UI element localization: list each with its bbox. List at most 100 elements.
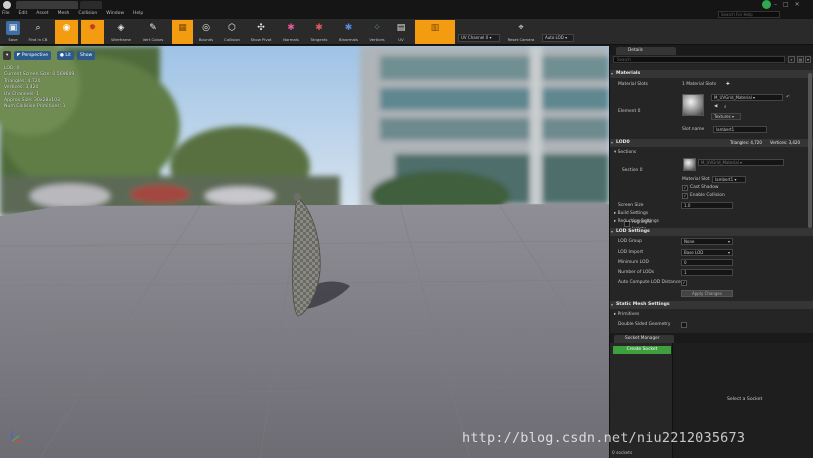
screen-size-input[interactable]: 1.0 [681,202,733,209]
auto-compute-row: Auto Compute LOD Distances [618,280,684,285]
auto-compute-checkbox[interactable]: ✓ [681,280,687,286]
menu-mesh[interactable]: Mesh [58,11,70,16]
close-icon[interactable]: ✕ [795,1,800,8]
binormals-button[interactable]: ✱ Binormals [335,20,362,44]
materials-category[interactable]: Materials [610,70,813,78]
uv-button[interactable]: ▤ UV [392,20,410,44]
uv-overlay-icon: ▥ [430,23,440,33]
watermark: http://blog.csdn.net/niu2212035673 [462,430,746,446]
perspective-button[interactable]: ◤ Perspective [14,51,51,60]
settings-icon[interactable]: ▾ [805,56,811,63]
lod-import-row: LOD Import Base LOD ▾ [610,249,813,257]
vert-colors-button[interactable]: ✎ Vert Colors [138,20,168,44]
details-scrollbar[interactable] [808,73,812,228]
pivot-icon: ✣ [257,23,265,33]
create-socket-button[interactable]: Create Socket [613,346,671,354]
viewport-options-button[interactable]: ▾ [3,51,12,60]
show-button[interactable]: Show [77,51,96,60]
uv-channel-dropdown[interactable]: UV Channel 0 ▾ [458,34,500,42]
lod-group-dropdown[interactable]: None ▾ [681,238,733,245]
wireframe-button[interactable]: ◈ Wireframe [108,20,134,44]
menu-edit[interactable]: Edit [19,11,28,16]
maximize-icon[interactable]: □ [783,1,789,8]
viewport-scene[interactable] [0,46,609,458]
save-icon: ▣ [6,21,20,35]
minimum-lod-row: Minimum LOD 0 [610,259,813,267]
lod-settings-category[interactable]: LOD Settings [610,228,813,236]
help-search-input[interactable]: Search For Help [718,11,780,18]
unreal-logo-icon [3,1,11,9]
bounds-button[interactable]: ◎ Bounds [195,20,217,44]
search-icon[interactable]: ⌕ [788,56,795,63]
material-dropdown[interactable]: M_UVGrid_Material ▾ [711,94,783,101]
slot-name-input[interactable]: lambert1 [713,126,767,133]
material-slots-row: Material Slots 1 Material Slots ✚ [618,82,730,87]
auto-lod-dropdown[interactable]: Auto LOD ▾ [542,34,574,42]
uv-overlay-button[interactable]: ▥ [415,20,455,44]
toolbar: ▣ Save ⌕ Find in CB ◉ ✹ ◈ Wireframe ✎ Ve… [0,19,813,45]
simplygon-icon: ✹ [88,23,97,33]
main-menu: File Edit Asset Mesh Collision Window He… [2,11,143,16]
collision-icon: ⬡ [228,23,236,33]
normals-button[interactable]: ✱ Normals [279,20,303,44]
tangents-icon: ✱ [315,23,323,33]
reduction-settings-row[interactable]: ▸ Reduction Settings [610,218,813,226]
find-asset-icon[interactable]: ⌕ [724,104,726,110]
menu-collision[interactable]: Collision [78,11,97,16]
section-dropdown-row: M_UVGrid_Material ▾ [610,159,813,167]
vertices-button[interactable]: ⁘ Vertices [365,20,389,44]
details-tab[interactable]: Details [616,47,676,55]
minimum-lod-input[interactable]: 0 [681,259,733,266]
tangents-button[interactable]: ✱ Tangents [306,20,332,44]
asset-editor-tab[interactable] [16,1,78,9]
socket-count: 0 sockets [612,451,633,456]
textures-row: Textures ▾ [610,113,813,121]
menu-window[interactable]: Window [106,11,124,16]
lod-import-dropdown[interactable]: Base LOD ▾ [681,249,733,256]
reset-arrow-icon[interactable]: ↶ [786,95,790,100]
build-settings-row[interactable]: ▸ Build Settings [610,210,813,218]
mesh-viewport[interactable]: ▾ ◤ Perspective ● Lit Show LOD: 0 Curren… [0,46,609,458]
static-mesh-settings-category[interactable]: Static Mesh Settings [610,301,813,309]
socket-manager-tab[interactable]: Socket Manager [614,335,674,343]
collision-button[interactable]: ⬡ Collision [220,20,244,44]
save-button[interactable]: ▣ Save [4,20,22,44]
apply-changes-button[interactable]: Apply Changes [681,290,733,297]
number-of-lods-row: Number of LODs 1 [610,269,813,277]
add-slot-icon[interactable]: ✚ [726,82,730,87]
menu-asset[interactable]: Asset [36,11,48,16]
view-options-icon[interactable]: ▤ [797,56,804,63]
browse-arrow-icon[interactable]: ◀ [714,104,717,109]
axis-gizmo-icon [11,431,22,442]
normals-icon: ✱ [287,23,295,33]
lit-button[interactable]: ● Lit [57,51,74,60]
primitives-row[interactable]: ▸ Primitives [610,311,813,319]
simplygon-toggle-button[interactable]: ✹ [81,20,104,44]
double-sided-row: Double Sided Geometry [618,322,671,327]
socket-manager-tabbar: Socket Manager [610,334,813,343]
cast-shadow-row: Cast Shadow [690,185,719,190]
details-search-input[interactable]: Search [613,56,785,63]
number-of-lods-input[interactable]: 1 [681,269,733,276]
textures-button[interactable]: Textures ▾ [711,113,741,120]
binormals-icon: ✱ [344,23,353,33]
sections-row[interactable]: ▾ Sections [610,149,813,157]
lod0-category[interactable]: LOD0 Triangles: 4,720 Vertices: 3,420 [610,139,813,147]
menu-help[interactable]: Help [133,11,143,16]
material-slot-dropdown[interactable]: lambert1 ▾ [712,176,746,183]
find-in-cb-button[interactable]: ⌕ Find in CB [25,20,51,44]
menu-file[interactable]: File [2,11,10,16]
secondary-tab[interactable] [80,1,102,9]
menu-bar: File Edit Asset Mesh Collision Window He… [0,0,813,19]
show-pivot-button[interactable]: ✣ Show Pivot [247,20,275,44]
section-material-dropdown[interactable]: M_UVGrid_Material ▾ [698,159,784,166]
minimize-icon[interactable]: – [774,1,777,8]
sphere-icon: ◉ [62,23,71,33]
reset-camera-button[interactable]: ⌖ Reset Camera [504,20,538,44]
details-tabbar: Details [610,46,813,55]
window-controls: – □ ✕ [760,1,800,8]
double-sided-checkbox[interactable] [681,322,687,328]
select-socket-hint: Select a Socket [727,397,763,402]
grid-toggle-button[interactable]: ▦ [172,20,193,44]
sphere-toggle-button[interactable]: ◉ [55,20,78,44]
